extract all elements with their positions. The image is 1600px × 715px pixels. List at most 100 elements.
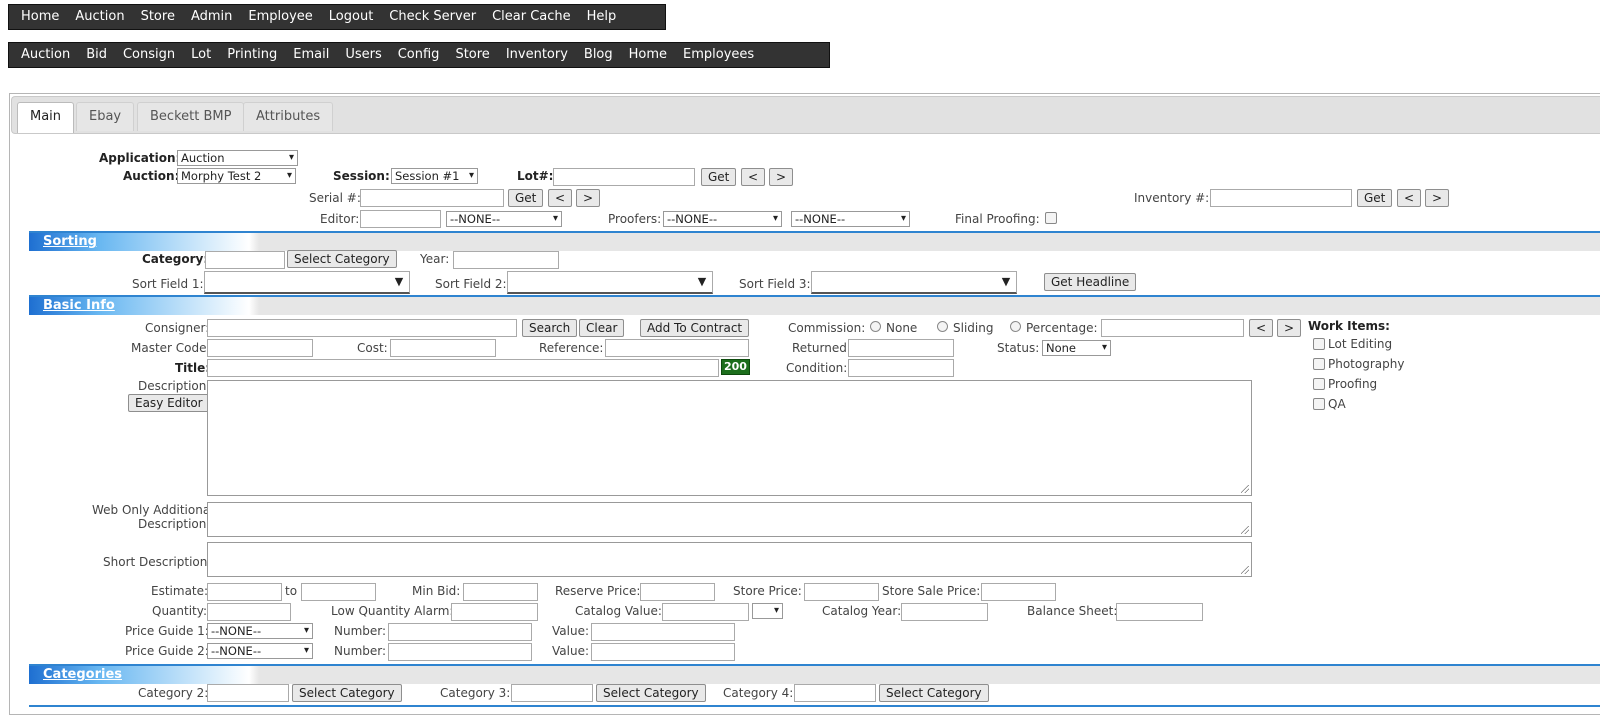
sorting-section-title[interactable]: Sorting xyxy=(43,234,97,249)
price-guide-1-number-input[interactable] xyxy=(388,623,532,641)
estimate-low-input[interactable] xyxy=(207,583,282,601)
store-sale-price-input[interactable] xyxy=(981,583,1056,601)
sorting-select-category-button[interactable]: Select Category xyxy=(287,250,397,268)
editor-select[interactable]: --NONE-- xyxy=(446,211,562,227)
low-quantity-alarm-input[interactable] xyxy=(451,603,538,621)
sub-nav-users[interactable]: Users xyxy=(337,43,389,67)
editor-input[interactable] xyxy=(360,210,441,228)
tab-beckett-bmp[interactable]: Beckett BMP xyxy=(137,102,245,131)
top-nav-admin[interactable]: Admin xyxy=(183,5,240,29)
status-select[interactable]: None xyxy=(1042,340,1111,356)
work-item-qa-checkbox[interactable] xyxy=(1313,398,1325,410)
sub-nav-consign[interactable]: Consign xyxy=(115,43,183,67)
top-nav-clear-cache[interactable]: Clear Cache xyxy=(484,5,579,29)
lot-get-button[interactable]: Get xyxy=(701,168,737,186)
top-nav-store[interactable]: Store xyxy=(133,5,183,29)
commission-none-radio[interactable] xyxy=(870,321,881,332)
serial-prev-button[interactable]: < xyxy=(548,189,573,207)
category-4-select-button[interactable]: Select Category xyxy=(879,684,989,702)
short-description-textarea[interactable] xyxy=(207,542,1252,577)
sub-nav-inventory[interactable]: Inventory xyxy=(498,43,576,67)
tab-ebay[interactable]: Ebay xyxy=(76,102,135,131)
price-guide-1-value-input[interactable] xyxy=(591,623,735,641)
sub-nav-config[interactable]: Config xyxy=(390,43,448,67)
category-2-input[interactable] xyxy=(207,684,289,702)
work-item-photography-checkbox[interactable] xyxy=(1313,358,1325,370)
category-2-select-button[interactable]: Select Category xyxy=(292,684,402,702)
easy-editor-button[interactable]: Easy Editor xyxy=(128,394,210,412)
categories-section-title[interactable]: Categories xyxy=(43,667,122,682)
sub-nav-printing[interactable]: Printing xyxy=(219,43,285,67)
lot-input[interactable] xyxy=(553,168,695,186)
commission-sliding-radio[interactable] xyxy=(937,321,948,332)
consigner-input[interactable] xyxy=(207,319,517,337)
commission-prev-button[interactable]: < xyxy=(1249,319,1274,337)
consigner-clear-button[interactable]: Clear xyxy=(579,319,625,337)
consigner-search-button[interactable]: Search xyxy=(522,319,578,337)
auction-select[interactable]: Morphy Test 2 xyxy=(177,168,296,184)
commission-percentage-radio[interactable] xyxy=(1010,321,1021,332)
price-guide-2-number-input[interactable] xyxy=(388,643,532,661)
inventory-input[interactable] xyxy=(1210,189,1352,207)
inventory-get-button[interactable]: Get xyxy=(1357,189,1393,207)
lot-prev-button[interactable]: < xyxy=(741,168,766,186)
price-guide-2-value-input[interactable] xyxy=(591,643,735,661)
sub-nav-home[interactable]: Home xyxy=(621,43,675,67)
reference-input[interactable] xyxy=(605,339,749,357)
master-code-input[interactable] xyxy=(207,339,313,357)
catalog-value-select[interactable] xyxy=(752,603,783,619)
commission-percentage-input[interactable] xyxy=(1101,319,1244,337)
proofer-2-select[interactable]: --NONE-- xyxy=(791,211,910,227)
tab-attributes[interactable]: Attributes xyxy=(243,102,334,131)
top-nav-employee[interactable]: Employee xyxy=(240,5,320,29)
get-headline-button[interactable]: Get Headline xyxy=(1044,273,1137,291)
sub-nav-lot[interactable]: Lot xyxy=(183,43,219,67)
category-input[interactable] xyxy=(205,251,285,269)
basic-info-section-title[interactable]: Basic Info xyxy=(43,298,115,313)
catalog-value-input[interactable] xyxy=(662,603,749,621)
description-textarea[interactable] xyxy=(207,380,1252,496)
min-bid-input[interactable] xyxy=(463,583,538,601)
cost-input[interactable] xyxy=(390,339,496,357)
sort-field-1-select[interactable]: ▼ xyxy=(204,271,410,294)
reserve-price-input[interactable] xyxy=(640,583,715,601)
sort-field-2-select[interactable]: ▼ xyxy=(507,271,713,294)
sub-nav-bid[interactable]: Bid xyxy=(78,43,115,67)
category-4-input[interactable] xyxy=(794,684,876,702)
top-nav-help[interactable]: Help xyxy=(579,5,625,29)
top-nav-auction[interactable]: Auction xyxy=(67,5,132,29)
quantity-input[interactable] xyxy=(207,603,291,621)
inventory-next-button[interactable]: > xyxy=(1425,189,1450,207)
sort-field-3-select[interactable]: ▼ xyxy=(811,271,1017,294)
category-3-select-button[interactable]: Select Category xyxy=(596,684,706,702)
sub-nav-store[interactable]: Store xyxy=(447,43,497,67)
serial-next-button[interactable]: > xyxy=(576,189,601,207)
tab-main[interactable]: Main xyxy=(17,102,75,133)
price-guide-1-select[interactable]: --NONE-- xyxy=(207,623,313,639)
sub-nav-email[interactable]: Email xyxy=(285,43,337,67)
year-input[interactable] xyxy=(453,251,559,269)
top-nav-check-server[interactable]: Check Server xyxy=(381,5,484,29)
sub-nav-employees[interactable]: Employees xyxy=(675,43,762,67)
serial-get-button[interactable]: Get xyxy=(508,189,544,207)
store-price-input[interactable] xyxy=(804,583,879,601)
catalog-year-input[interactable] xyxy=(901,603,988,621)
session-select[interactable]: Session #1 xyxy=(391,168,478,184)
top-nav-home[interactable]: Home xyxy=(13,5,67,29)
web-only-description-textarea[interactable] xyxy=(207,502,1252,537)
category-3-input[interactable] xyxy=(511,684,593,702)
sub-nav-blog[interactable]: Blog xyxy=(576,43,621,67)
condition-input[interactable] xyxy=(848,359,954,377)
work-item-proofing-checkbox[interactable] xyxy=(1313,378,1325,390)
add-to-contract-button[interactable]: Add To Contract xyxy=(640,319,750,337)
application-select[interactable]: Auction xyxy=(177,150,298,166)
proofer-1-select[interactable]: --NONE-- xyxy=(663,211,782,227)
commission-next-button[interactable]: > xyxy=(1277,319,1302,337)
balance-sheet-input[interactable] xyxy=(1116,603,1203,621)
returned-input[interactable] xyxy=(848,339,954,357)
inventory-prev-button[interactable]: < xyxy=(1397,189,1422,207)
serial-input[interactable] xyxy=(360,189,504,207)
sub-nav-auction[interactable]: Auction xyxy=(13,43,78,67)
lot-next-button[interactable]: > xyxy=(769,168,794,186)
title-input[interactable] xyxy=(207,359,719,377)
